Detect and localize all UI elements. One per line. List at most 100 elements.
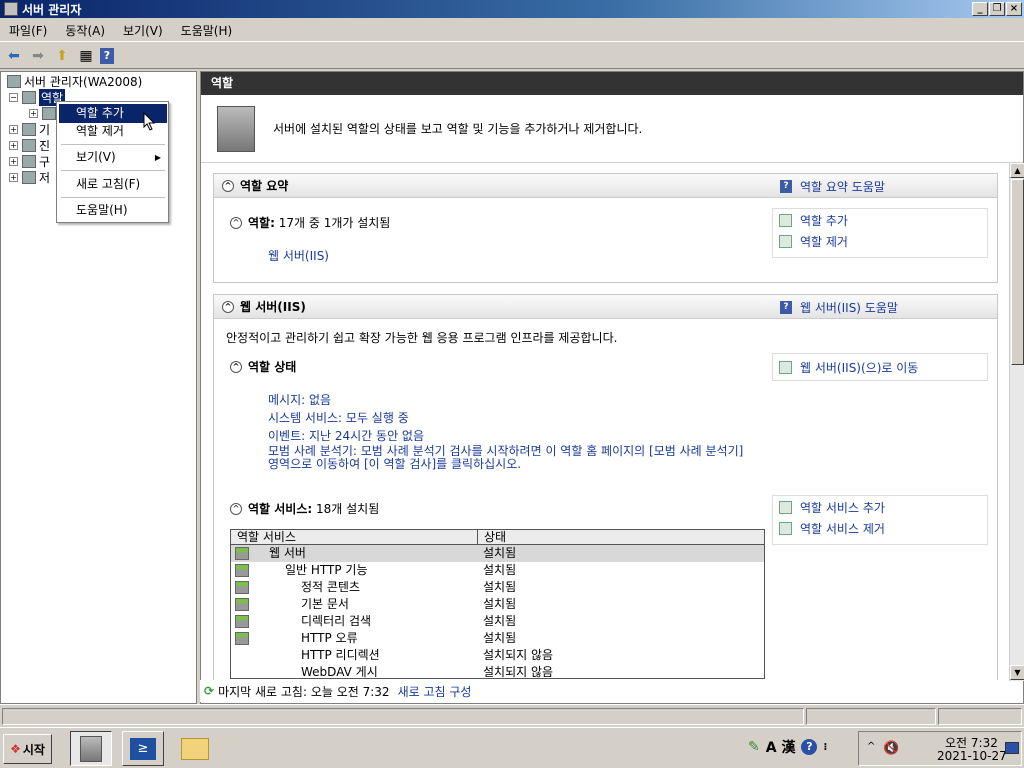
system-services-link[interactable]: 시스템 서비스: 모두 실행 중 — [268, 409, 409, 426]
show-hidden-icons-icon[interactable]: ^ — [867, 741, 875, 752]
add-role-services-link[interactable]: 역할 서비스 추가 — [779, 499, 885, 516]
menu-bar: 파일(F) 동작(A) 보기(V) 도움말(H) — [0, 20, 1024, 42]
collapse-chevron-icon[interactable]: ^ — [230, 360, 242, 373]
installed-icon — [235, 598, 249, 611]
menu-help[interactable]: 도움말(H) — [172, 22, 242, 39]
column-header-status[interactable]: 상태 — [477, 530, 506, 545]
minimize-button[interactable]: _ — [972, 2, 988, 16]
tree-item-features[interactable]: + 기 — [9, 121, 50, 137]
role-status-header[interactable]: ^ 역할 상태 — [230, 358, 296, 375]
collapse-chevron-icon[interactable]: ^ — [222, 300, 234, 313]
iis-help-link[interactable]: ? 웹 서버(IIS) 도움말 — [780, 299, 898, 316]
menu-separator — [61, 197, 165, 198]
intro-banner: 서버에 설치된 역할의 상태를 보고 역할 및 기능을 추가하거나 제거합니다. — [201, 95, 1023, 163]
options-icon[interactable]: ⁝ — [823, 742, 827, 753]
events-link[interactable]: 이벤트: 지난 24시간 동안 없음 — [268, 427, 424, 444]
taskbar-server-manager[interactable] — [70, 731, 112, 766]
roles-summary-help-link[interactable]: ? 역할 요약 도움말 — [780, 178, 885, 195]
role-services-header[interactable]: ^ 역할 서비스: 18개 설치됨 — [230, 500, 379, 517]
storage-icon — [22, 170, 36, 184]
table-row[interactable]: 웹 서버 설치됨 — [231, 545, 764, 562]
menu-view[interactable]: 보기(V) — [114, 22, 172, 39]
scroll-thumb[interactable] — [1011, 179, 1024, 365]
iis-description: 안정적이고 관리하기 쉽고 확장 가능한 웹 응용 프로그램 인프라를 제공합니… — [226, 331, 618, 345]
bpa-link[interactable]: 모범 사례 분석기: 모범 사례 분석기 검사를 시작하려면 이 역할 홈 페이… — [268, 445, 758, 471]
installed-icon — [235, 615, 249, 628]
scroll-down-icon[interactable]: ▼ — [1010, 665, 1024, 680]
features-icon — [22, 122, 36, 136]
add-roles-link[interactable]: 역할 추가 — [779, 212, 848, 229]
installed-icon — [235, 581, 249, 594]
clock-date[interactable]: 2021-10-27 — [937, 749, 1007, 763]
table-row[interactable]: 기본 문서 설치됨 — [231, 596, 764, 613]
language-icon[interactable]: ✎ — [748, 739, 760, 755]
mouse-cursor-icon — [143, 112, 156, 131]
volume-muted-icon[interactable]: 🔇 — [883, 741, 899, 756]
services-actions-box: 역할 서비스 추가 역할 서비스 제거 — [772, 495, 988, 545]
table-row[interactable]: 디렉터리 검색 설치됨 — [231, 613, 764, 630]
remove-roles-link[interactable]: 역할 제거 — [779, 233, 848, 250]
expand-icon[interactable]: + — [29, 108, 38, 118]
table-row[interactable]: HTTP 오류 설치됨 — [231, 630, 764, 647]
role-services-table: 역할 서비스 상태 웹 서버 설치됨 일반 HTTP 기능 설치됨 정적 콘텐츠 설치… — [230, 529, 765, 679]
restore-button[interactable]: ❐ — [989, 2, 1005, 16]
context-view[interactable]: 보기(V) ▶ — [59, 148, 167, 167]
taskbar-explorer[interactable] — [174, 731, 216, 766]
close-button[interactable]: × — [1006, 2, 1022, 16]
add-service-icon — [779, 501, 792, 514]
status-pane — [2, 708, 804, 725]
powershell-icon: ≥ — [130, 737, 156, 760]
up-folder-icon[interactable]: ⬆ — [52, 46, 72, 66]
tree-item-storage[interactable]: + 저 — [9, 169, 50, 185]
expand-icon[interactable]: + — [9, 172, 18, 182]
expand-icon[interactable]: + — [9, 124, 18, 134]
remove-role-services-link[interactable]: 역할 서비스 제거 — [779, 520, 885, 537]
installed-role-link[interactable]: 웹 서버(IIS) — [268, 247, 329, 264]
server-icon — [7, 74, 21, 88]
goto-box: 웹 서버(IIS)(으)로 이동 — [772, 353, 988, 381]
help-icon[interactable]: ? — [801, 739, 818, 755]
menu-file[interactable]: 파일(F) — [0, 22, 56, 39]
show-hide-tree-icon[interactable]: ▦ — [76, 46, 96, 66]
column-header-service[interactable]: 역할 서비스 — [231, 530, 296, 545]
collapse-chevron-icon[interactable]: ^ — [230, 502, 242, 515]
collapse-chevron-icon[interactable]: ^ — [230, 216, 242, 229]
system-tray: ^ 🔇 오전 7:32 2021-10-27 — [858, 731, 1022, 766]
table-row[interactable]: HTTP 리디렉션 설치되지 않음 — [231, 647, 764, 664]
remove-service-icon — [779, 522, 792, 535]
tree-item-iis[interactable]: + — [29, 105, 59, 121]
goto-iis-link[interactable]: 웹 서버(IIS)(으)로 이동 — [779, 359, 918, 376]
forward-arrow-icon[interactable]: ➡ — [28, 46, 48, 66]
show-desktop-icon[interactable] — [1005, 742, 1019, 754]
taskbar-powershell[interactable]: ≥ — [122, 731, 164, 766]
window-title: 서버 관리자 — [22, 2, 82, 17]
back-arrow-icon[interactable]: ⬅ — [4, 46, 24, 66]
vertical-scrollbar[interactable]: ▲ ▼ — [1009, 163, 1024, 681]
ime-indicator[interactable]: A 漢 — [766, 737, 796, 757]
tree-root[interactable]: 서버 관리자(WA2008) — [7, 73, 142, 89]
collapse-chevron-icon[interactable]: ^ — [222, 179, 234, 192]
roles-summary-section: ^ 역할 요약 ? 역할 요약 도움말 ^ 역할: 17개 중 1개가 설치됨 웹 서… — [213, 173, 998, 283]
expand-icon[interactable]: + — [9, 156, 18, 166]
table-row[interactable]: 일반 HTTP 기능 설치됨 — [231, 562, 764, 579]
tree-item-diagnostics[interactable]: + 진 — [9, 137, 50, 153]
tree-item-configuration[interactable]: + 구 — [9, 153, 50, 169]
table-row[interactable]: 정적 콘텐츠 설치됨 — [231, 579, 764, 596]
collapse-icon[interactable]: − — [9, 92, 18, 102]
help-icon[interactable]: ? — [100, 47, 114, 64]
configure-refresh-link[interactable]: 새로 고침 구성 — [398, 683, 472, 700]
expand-icon[interactable]: + — [9, 140, 18, 150]
table-row[interactable]: WebDAV 게시 설치되지 않음 — [231, 664, 764, 678]
messages-link[interactable]: 메시지: 없음 — [268, 391, 331, 408]
refresh-icon[interactable]: ⟳ — [204, 684, 214, 698]
refresh-status-bar: ⟳ 마지막 새로 고침: 오늘 오전 7:32 새로 고침 구성 — [200, 680, 1008, 702]
page-title: 역할 — [201, 72, 1023, 95]
installed-icon — [235, 632, 249, 645]
context-refresh[interactable]: 새로 고침(F) — [59, 175, 167, 194]
folder-icon — [181, 737, 209, 760]
start-button[interactable]: ❖ 시작 — [3, 734, 52, 764]
context-help[interactable]: 도움말(H) — [59, 201, 167, 220]
menu-action[interactable]: 동작(A) — [56, 22, 114, 39]
scroll-up-icon[interactable]: ▲ — [1010, 163, 1024, 178]
menu-separator — [61, 170, 165, 171]
